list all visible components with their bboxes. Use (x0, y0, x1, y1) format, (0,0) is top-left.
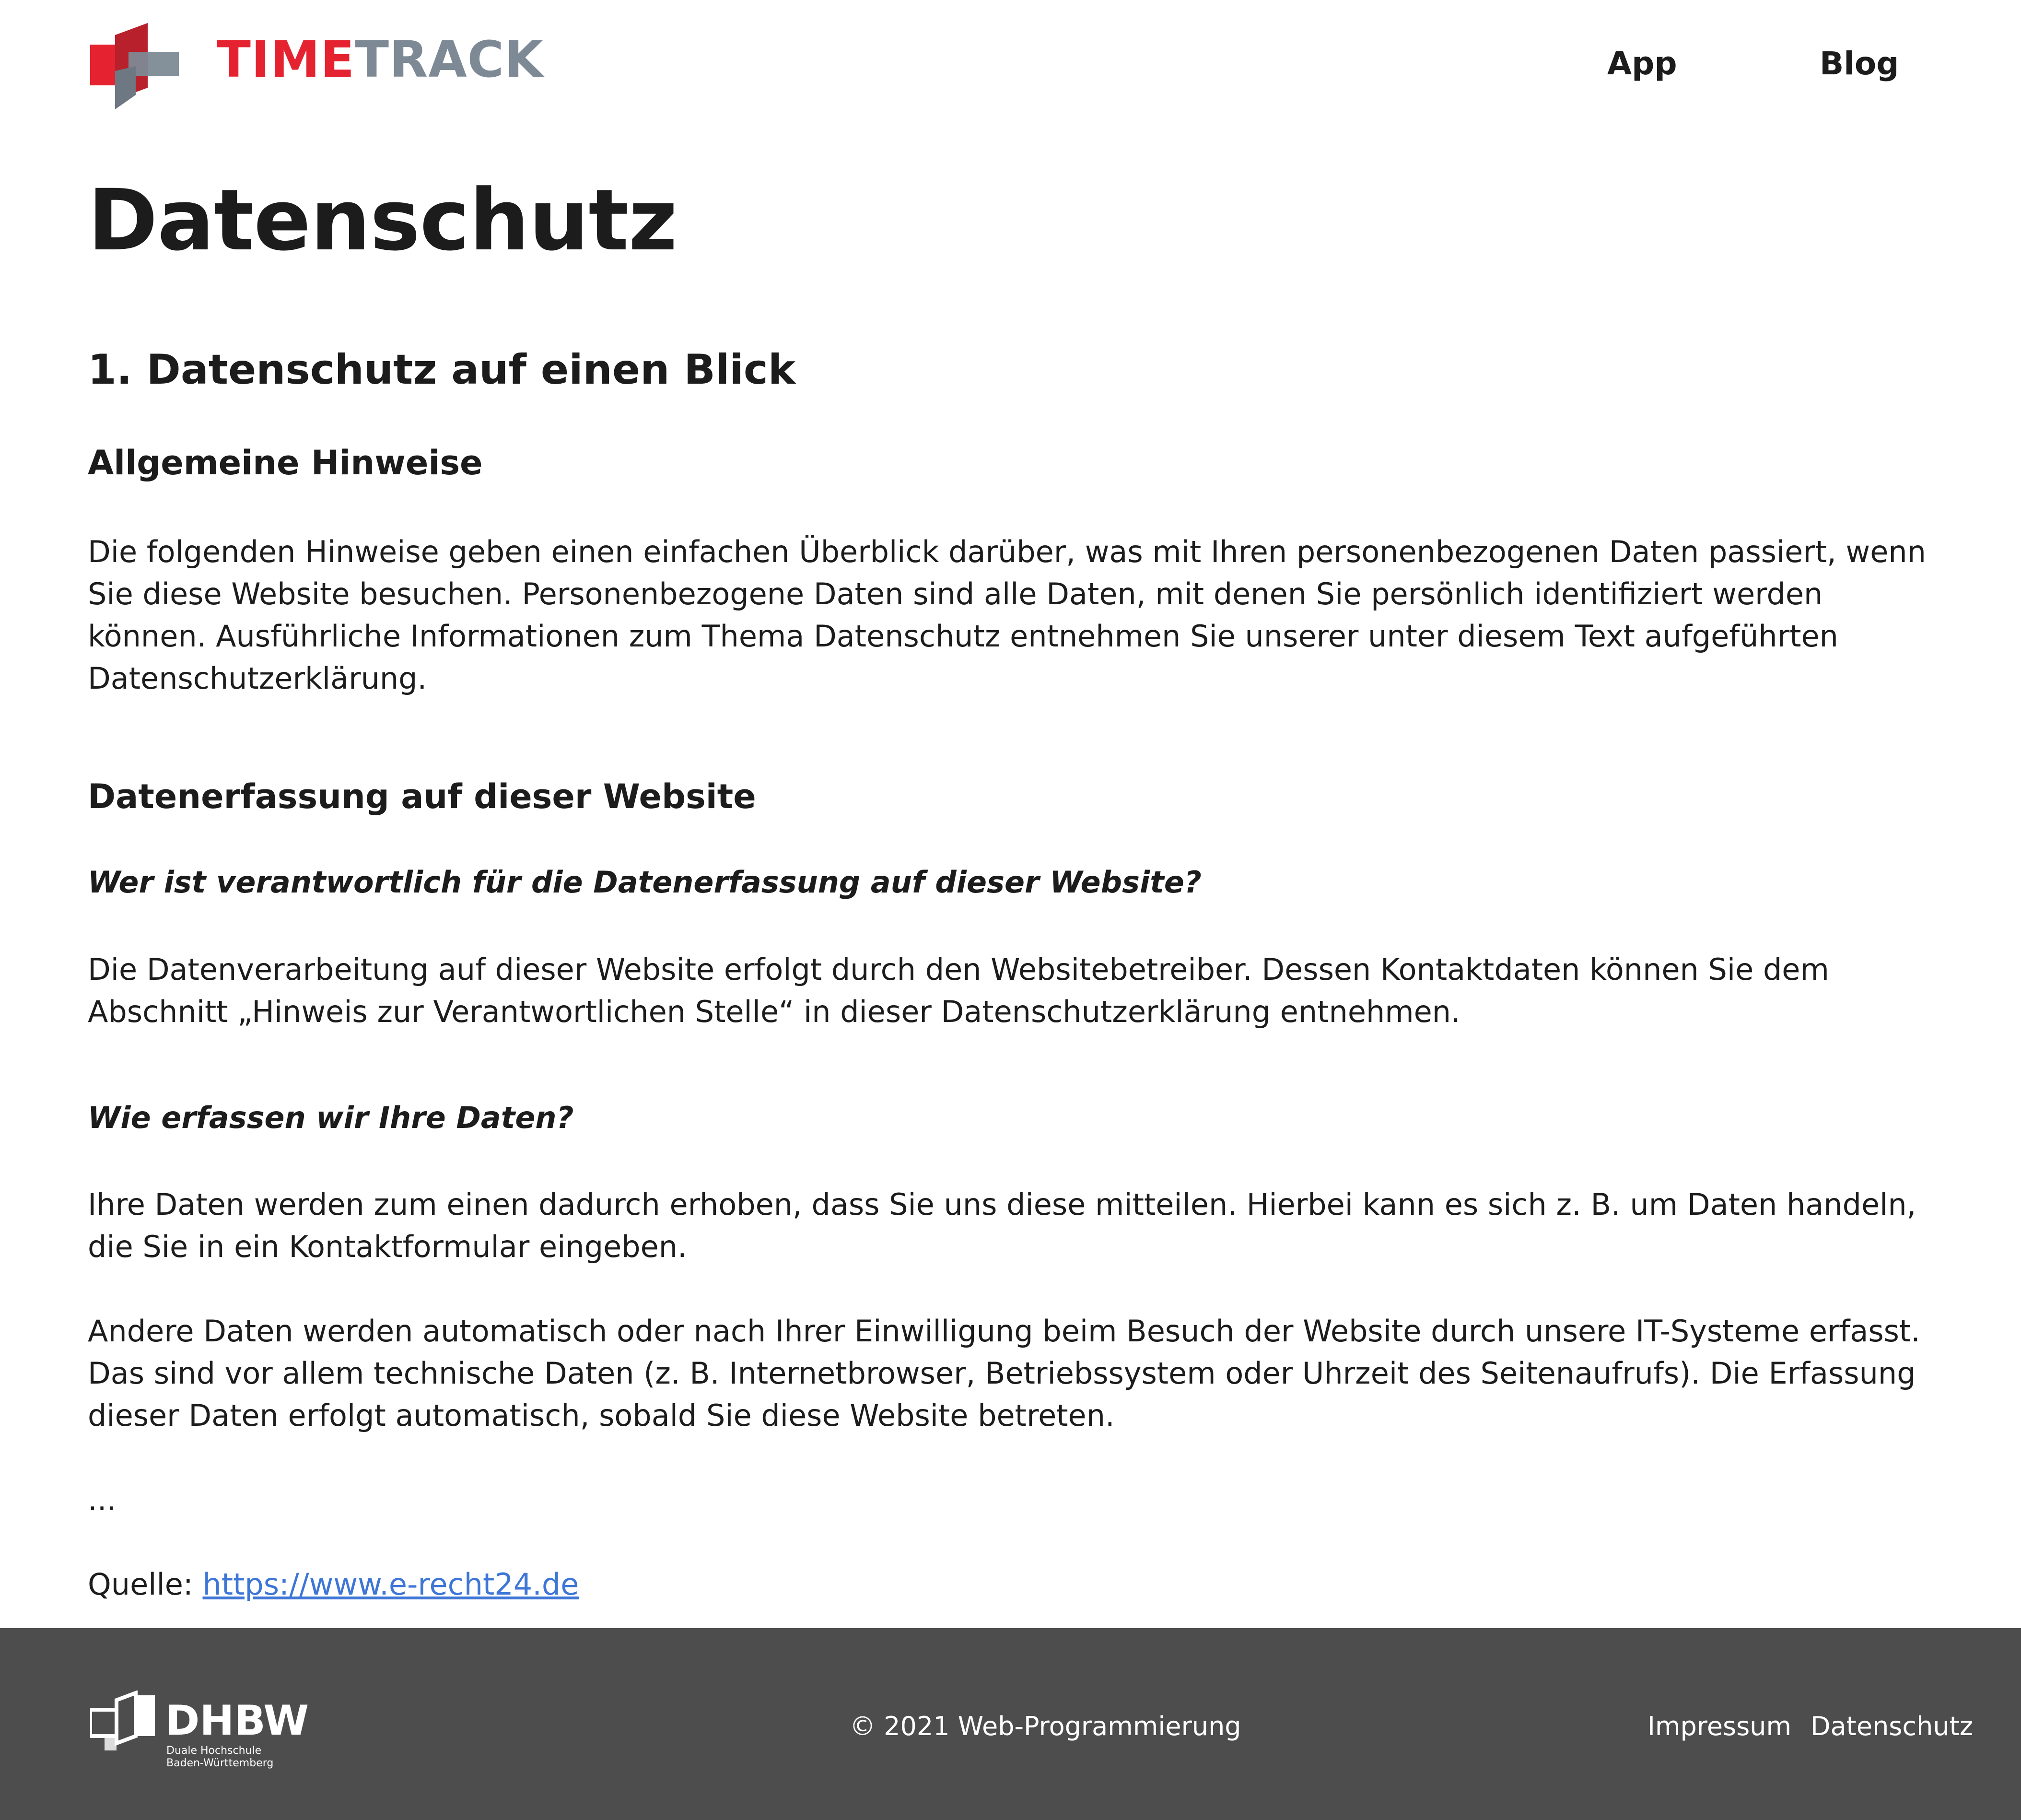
answer-how-collected-2: Andere Daten werden automatisch oder nac… (88, 1313, 1920, 1433)
dhbw-logo-icon[interactable] (90, 1691, 157, 1753)
dhbw-wordmark: DHBW (165, 1697, 309, 1745)
brand-name[interactable]: TIMETRACK (217, 35, 544, 84)
timetrack-logo-icon[interactable] (90, 23, 179, 109)
question-how-collected: Wie erfassen wir Ihre Daten? (88, 1100, 574, 1135)
general-paragraph: Die folgenden Hinweise geben einen einfa… (88, 534, 1926, 696)
dhbw-subtitle: Duale Hochschule Baden-Württemberg (166, 1745, 291, 1770)
source-line: Quelle: https://www.e-recht24.de (88, 1563, 1939, 1606)
subsection-heading-general: Allgemeine Hinweise (88, 443, 483, 483)
footer-datenschutz-link[interactable]: Datenschutz (1811, 1714, 1973, 1739)
nav-app-link[interactable]: App (1607, 48, 1677, 80)
page-title: Datenschutz (88, 171, 678, 270)
dhbw-subtitle-line-1: Duale Hochschule (166, 1745, 262, 1757)
subsection-heading-collection: Datenerfassung auf dieser Website (88, 777, 756, 817)
answer-responsible: Die Datenverarbeitung auf dieser Website… (88, 951, 1829, 1029)
brand-part-time: TIME (217, 30, 355, 89)
question-responsible: Wer ist verantwortlich für die Datenerfa… (88, 865, 1202, 900)
dhbw-subtitle-line-2: Baden-Württemberg (166, 1757, 274, 1769)
site-footer: DHBW Duale Hochschule Baden-Württemberg … (0, 1628, 2021, 1820)
nav-blog-link[interactable]: Blog (1820, 48, 1899, 80)
brand-part-track: TRACK (355, 30, 544, 89)
footer-impressum-link[interactable]: Impressum (1647, 1714, 1791, 1739)
copyright-text: © 2021 Web-Programmierung (850, 1711, 1241, 1741)
ellipsis-text: ... (88, 1482, 117, 1517)
source-label: Quelle: (88, 1566, 203, 1602)
main-content: Datenschutz 1. Datenschutz auf einen Bli… (88, 168, 1939, 1606)
site-header: TIMETRACK App Blog (0, 0, 2021, 144)
answer-how-collected-1: Ihre Daten werden zum einen dadurch erho… (88, 1186, 1916, 1264)
section-heading: 1. Datenschutz auf einen Blick (88, 346, 796, 394)
source-link[interactable]: https://www.e-recht24.de (202, 1567, 579, 1602)
